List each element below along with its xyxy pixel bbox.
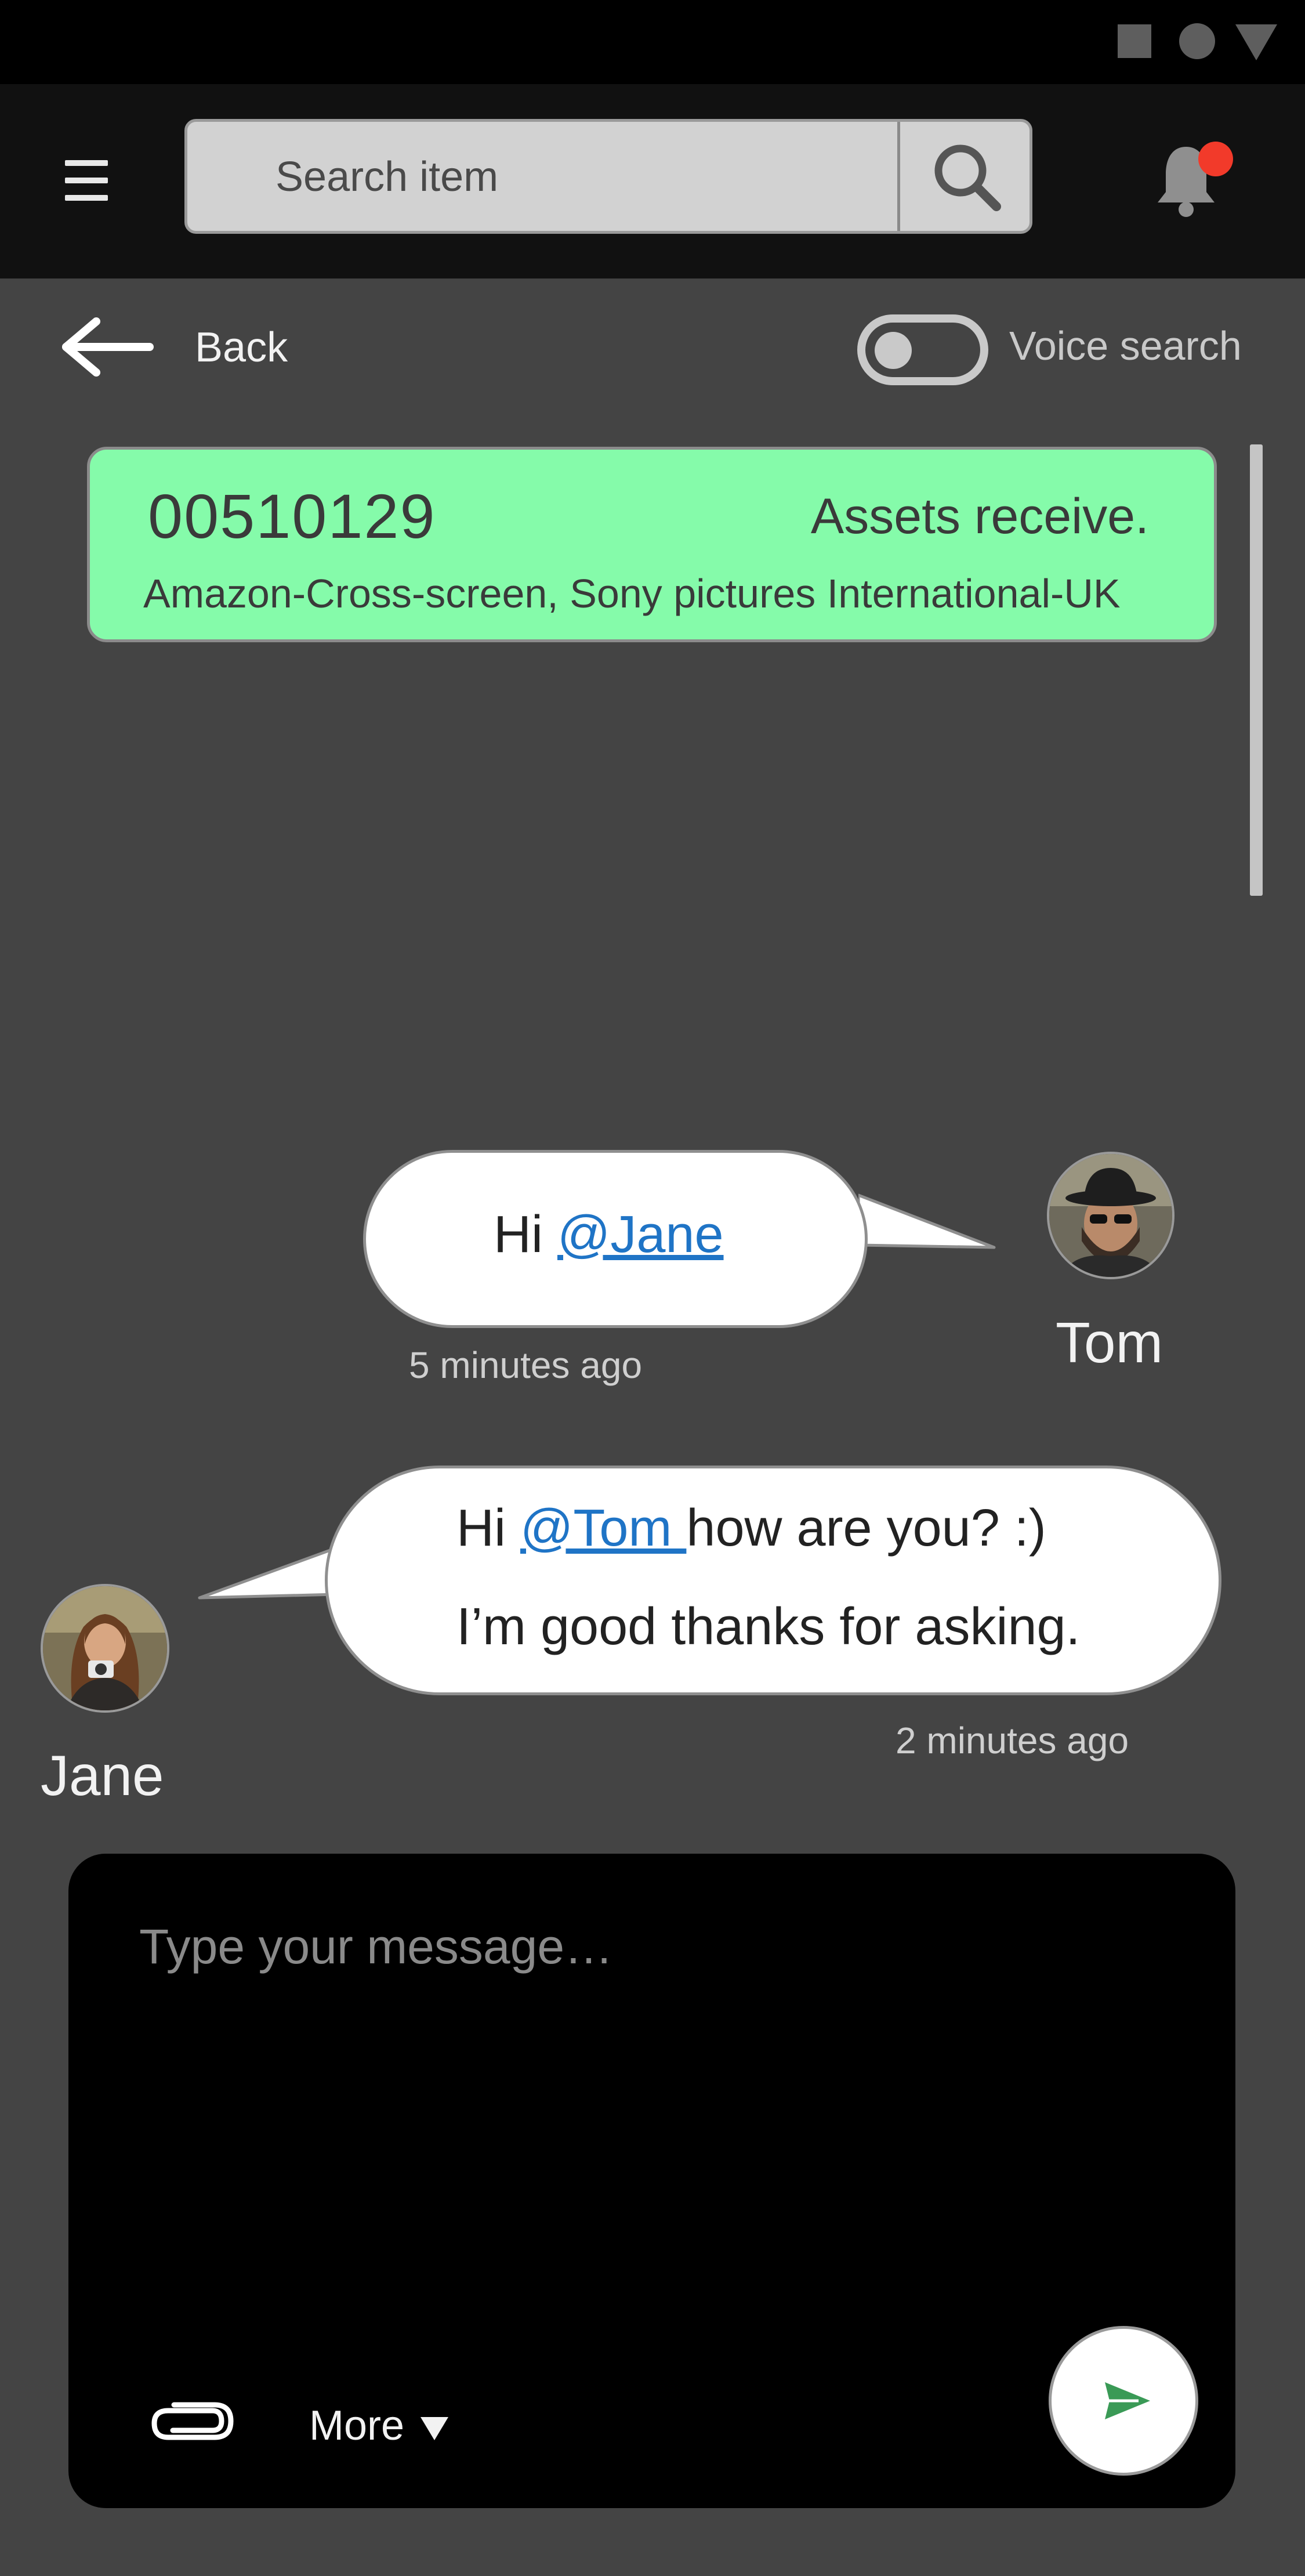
jane-bubble-tail — [198, 1546, 338, 1600]
tom-message-text: Hi @Jane — [494, 1205, 724, 1265]
toggle-knob — [875, 332, 912, 369]
tom-message-time: 5 minutes ago — [409, 1344, 643, 1386]
tom-avatar[interactable] — [1047, 1152, 1174, 1279]
status-circle-icon — [1179, 23, 1215, 59]
asset-info-card[interactable]: 00510129 Assets receive. Amazon-Cross-sc… — [87, 447, 1217, 642]
message-input[interactable] — [138, 1917, 1126, 2297]
attach-button[interactable] — [143, 2390, 241, 2454]
jane-message-time: 2 minutes ago — [896, 1720, 1129, 1761]
tom-name: Tom — [1056, 1311, 1163, 1374]
search-icon — [934, 144, 1001, 211]
voice-search-toggle[interactable] — [857, 314, 988, 385]
search-button[interactable] — [897, 122, 1030, 231]
jane-name: Jane — [41, 1743, 164, 1807]
more-dropdown[interactable]: More — [309, 2402, 449, 2450]
back-label: Back — [195, 324, 288, 371]
mention-jane-link[interactable]: @Jane — [557, 1206, 724, 1264]
back-button[interactable]: Back — [58, 313, 302, 383]
send-icon — [1105, 2382, 1150, 2419]
jane-message-line2: I’m good thanks for asking. — [456, 1598, 1081, 1656]
paperclip-icon — [151, 2402, 234, 2440]
jane-message-line1: Hi @Tom how are you? :) — [456, 1499, 1046, 1558]
search-input[interactable] — [274, 122, 903, 232]
tom-message-bubble: Hi @Jane — [363, 1150, 868, 1328]
more-label: More — [309, 2403, 405, 2449]
jane-avatar[interactable] — [41, 1584, 169, 1713]
jane-message-bubble: Hi @Tom how are you? :) I’m good thanks … — [325, 1466, 1221, 1695]
asset-id: 00510129 — [148, 481, 436, 551]
message-composer: More — [68, 1854, 1235, 2508]
jane-message-suffix: how are you? :) — [686, 1499, 1046, 1557]
scrollbar[interactable] — [1250, 444, 1263, 896]
tom-message-prefix: Hi — [494, 1206, 557, 1264]
jane-message-prefix: Hi — [456, 1499, 520, 1557]
status-bar — [0, 0, 1305, 84]
search-box — [184, 119, 1032, 234]
asset-status: Assets receive. — [810, 489, 1149, 544]
status-triangle-icon — [1235, 24, 1277, 60]
status-square-icon — [1118, 24, 1151, 58]
notification-badge — [1198, 142, 1233, 176]
send-button[interactable] — [1049, 2326, 1198, 2476]
back-arrow-icon — [62, 317, 154, 377]
caret-down-icon — [420, 2416, 449, 2440]
voice-search-label: Voice search — [1009, 323, 1242, 368]
tom-bubble-tail — [858, 1193, 996, 1249]
hamburger-menu-icon[interactable] — [65, 158, 111, 204]
mention-tom-link[interactable]: @Tom — [520, 1499, 686, 1557]
asset-subtitle: Amazon-Cross-screen, Sony pictures Inter… — [143, 571, 1121, 616]
